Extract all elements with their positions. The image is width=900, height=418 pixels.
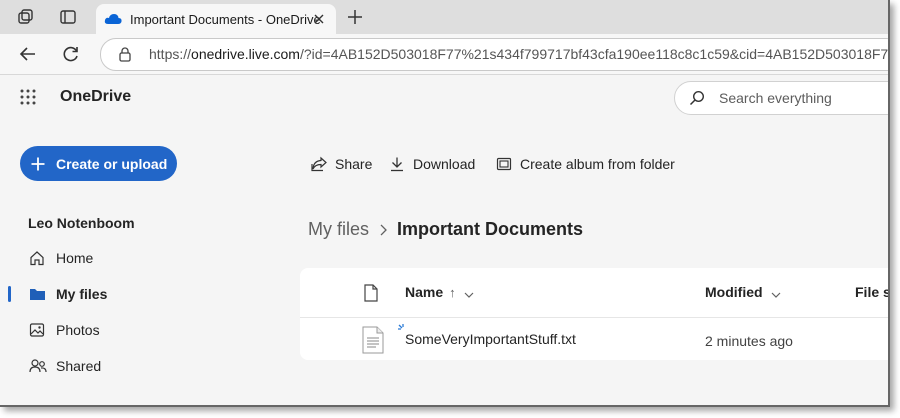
column-header-modified[interactable]: Modified [705, 284, 781, 300]
file-name[interactable]: SomeVeryImportantStuff.txt [405, 331, 576, 347]
download-icon [389, 156, 405, 172]
search-icon [689, 90, 705, 106]
photo-icon [29, 322, 45, 338]
chevron-right-icon [377, 223, 389, 237]
folder-icon [29, 286, 45, 302]
sort-ascending-icon: ↑ [449, 284, 456, 300]
onedrive-cloud-icon [104, 12, 122, 26]
share-button[interactable]: Share [311, 154, 372, 174]
sidebar-item-label: My files [56, 286, 108, 302]
download-button[interactable]: Download [389, 154, 475, 174]
app-launcher-icon[interactable] [20, 89, 36, 105]
file-type-column-icon[interactable] [364, 284, 380, 302]
file-modified: 2 minutes ago [705, 333, 793, 349]
tab-actions-icon[interactable] [58, 7, 78, 27]
breadcrumb-my-files[interactable]: My files [308, 219, 369, 240]
column-header-file-size[interactable]: File s [855, 284, 888, 300]
create-album-label: Create album from folder [520, 156, 675, 172]
search-placeholder: Search everything [719, 90, 832, 106]
breadcrumb-current: Important Documents [397, 219, 584, 239]
new-tab-button[interactable] [345, 7, 365, 27]
back-button[interactable] [18, 44, 38, 64]
url-prefix: https:// [149, 46, 192, 62]
download-label: Download [413, 156, 476, 172]
refresh-button[interactable] [61, 44, 81, 64]
create-or-upload-button[interactable]: Create or upload [20, 146, 177, 181]
sidebar-item-shared[interactable]: Shared [0, 351, 200, 381]
sidebar-item-label: Shared [56, 358, 102, 374]
sidebar-item-my-files[interactable]: My files [0, 279, 200, 309]
close-icon[interactable] [312, 12, 326, 26]
table-row[interactable]: SomeVeryImportantStuff.txt 2 minutes ago [300, 318, 888, 360]
sidebar-item-label: Home [56, 250, 94, 266]
url-text: https://onedrive.live.com/?id=4AB152D503… [149, 46, 890, 62]
chevron-down-icon [464, 287, 474, 298]
user-name: Leo Notenboom [28, 215, 135, 231]
sidebar-item-photos[interactable]: Photos [0, 315, 200, 345]
share-label: Share [335, 156, 373, 172]
column-modified-label: Modified [705, 284, 763, 300]
home-icon [29, 250, 45, 266]
sidebar-item-label: Photos [56, 322, 100, 338]
url-host: onedrive.live.com [191, 46, 300, 62]
column-header-name[interactable]: Name ↑ [405, 284, 474, 300]
plus-icon [30, 156, 46, 172]
file-list: Name ↑ Modified File s SomeVeryImportant… [300, 268, 888, 360]
create-label: Create or upload [56, 155, 168, 172]
search-box[interactable]: Search everything [674, 81, 888, 115]
tab-strip: Important Documents - OneDrive [0, 0, 888, 34]
share-icon [311, 156, 327, 172]
album-icon [496, 156, 512, 172]
workspaces-icon[interactable] [16, 7, 36, 27]
selected-indicator [8, 286, 11, 302]
navigation-bar: https://onedrive.live.com/?id=4AB152D503… [0, 34, 888, 75]
text-file-icon [362, 326, 384, 354]
address-bar[interactable]: https://onedrive.live.com/?id=4AB152D503… [100, 38, 890, 71]
tab-title: Important Documents - OneDrive [130, 11, 321, 27]
people-icon [29, 358, 47, 374]
create-album-button[interactable]: Create album from folder [496, 154, 675, 174]
tab-onedrive[interactable]: Important Documents - OneDrive [96, 4, 336, 34]
column-name-label: Name [405, 284, 444, 300]
lock-icon[interactable] [117, 46, 133, 62]
browser-window: Important Documents - OneDrive https://o… [0, 0, 890, 407]
app-header: OneDrive Search everything [0, 75, 888, 121]
chevron-down-icon [771, 287, 781, 298]
url-path: /?id=4AB152D503018F77%21s434f799717bf43c… [299, 46, 890, 62]
app-name[interactable]: OneDrive [60, 88, 131, 106]
sidebar-item-home[interactable]: Home [0, 243, 200, 273]
